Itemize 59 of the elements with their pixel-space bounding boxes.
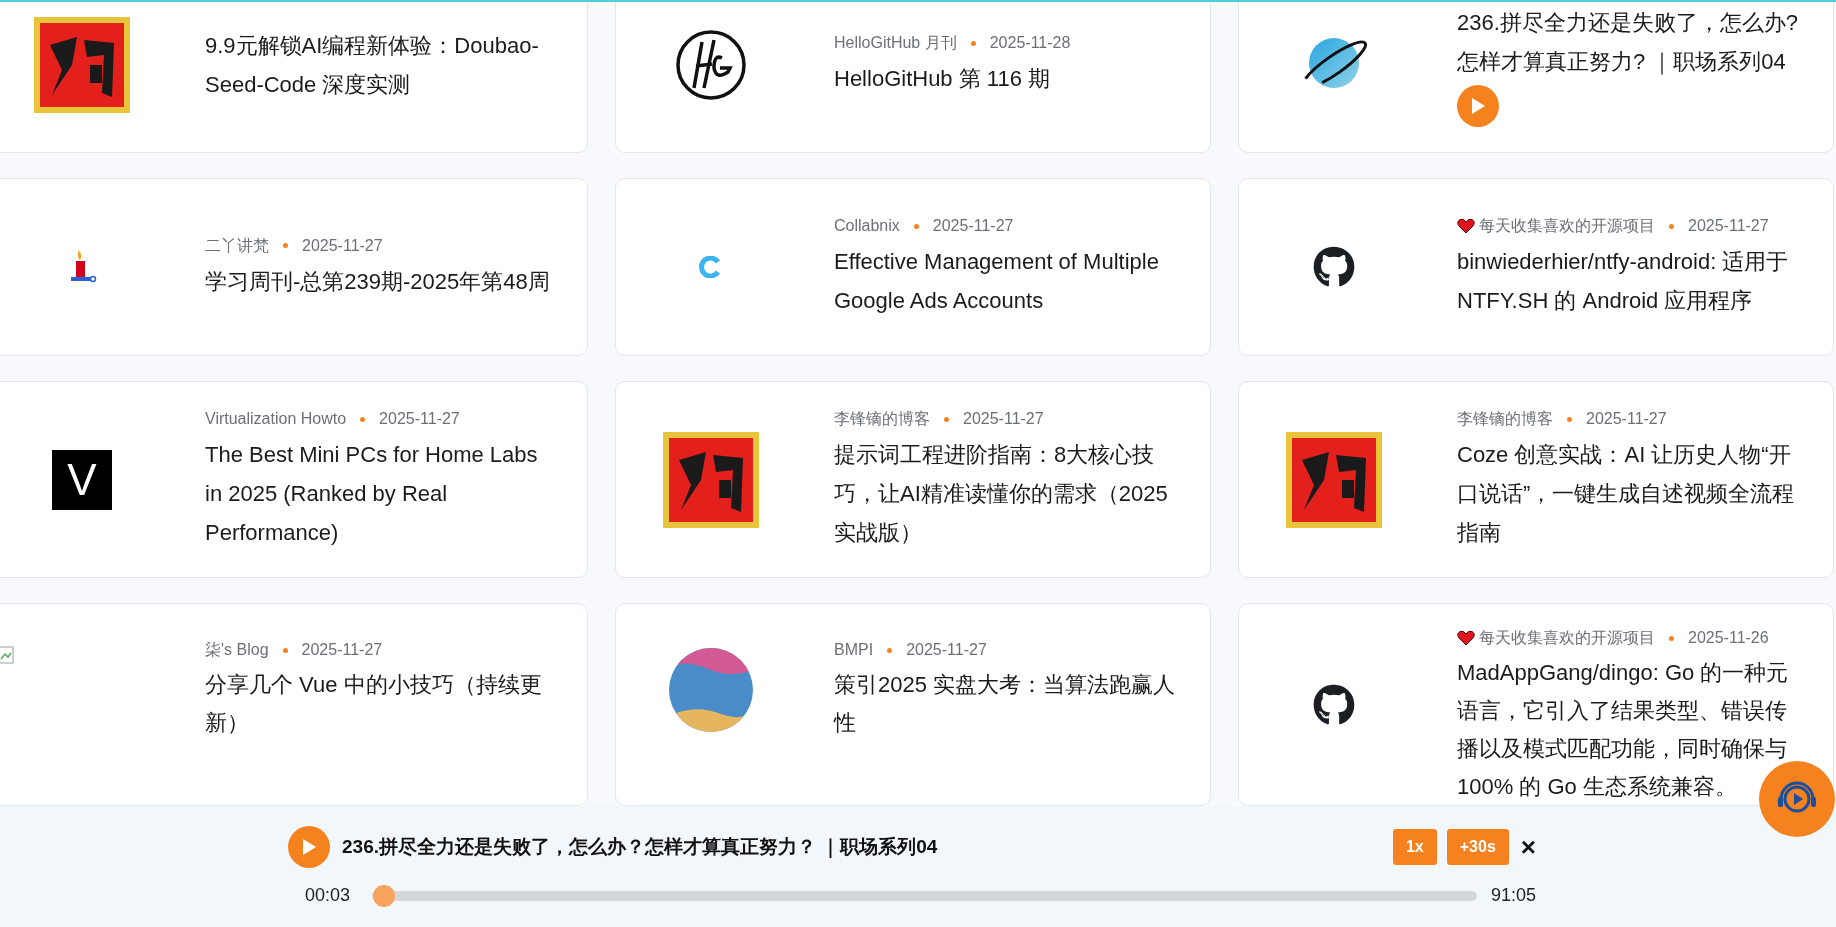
- article-card[interactable]: 李锋镝的博客 2025-11-27 提示词工程进阶指南：8大核心技巧，让AI精准读懂你的需求（2025实战版）: [615, 381, 1211, 578]
- article-title[interactable]: 9.9元解锁AI编程新体验：Doubao-Seed-Code 深度实测: [205, 25, 557, 104]
- article-title[interactable]: 分享几个 Vue 中的小技巧（持续更新）: [205, 666, 557, 742]
- post-date: 2025-11-27: [906, 640, 987, 660]
- source-name: Virtualization Howto: [205, 409, 347, 429]
- article-card[interactable]: 每天收集喜欢的开源项目 2025-11-26 MadAppGang/dingo: Go 的一种元语言，它引入了结果类型、错误传播以及模式匹配功能，同时确保与 100% 的 Go 生态系统兼容。: [1238, 603, 1834, 806]
- article-card[interactable]: HelloGitHub 月刊 2025-11-28 HelloGitHub 第 116 期: [615, 2, 1211, 153]
- post-date: 2025-11-28: [989, 33, 1071, 53]
- play-button[interactable]: [1457, 84, 1499, 127]
- article-card[interactable]: BMPI 2025-11-27 策引2025 实盘大考：当算法跑赢人性: [615, 603, 1211, 806]
- article-title[interactable]: binwiederhier/ntfy-android: 适用于 NTFY.SH 的 Android 应用程序: [1457, 242, 1803, 320]
- article-card[interactable]: 柒's Blog 2025-11-27 分享几个 Vue 中的小技巧（持续更新）: [0, 603, 588, 806]
- elapsed-time: 00:03: [304, 884, 352, 907]
- article-title[interactable]: MadAppGang/dingo: Go 的一种元语言，它引入了结果类型、错误传播以及模式匹配功能，同时确保与 100% 的 Go 生态系统兼容。: [1457, 654, 1803, 806]
- slider-thumb[interactable]: [373, 884, 396, 907]
- source-name: 每天收集喜欢的开源项目: [1479, 628, 1655, 648]
- article-card[interactable]: 236.拼尽全力还是失败了，怎么办?怎样才算真正努力? ｜职场系列04: [1238, 2, 1834, 153]
- post-date: 2025-11-27: [379, 409, 460, 429]
- post-date: 2025-11-27: [932, 216, 1014, 236]
- close-button[interactable]: ×: [1520, 834, 1536, 860]
- source-name: Collabnix: [834, 216, 900, 236]
- article-title[interactable]: 236.拼尽全力还是失败了，怎么办?怎样才算真正努力? ｜职场系列04: [1457, 2, 1803, 81]
- source-name: HelloGitHub 月刊: [834, 33, 957, 53]
- article-title[interactable]: 提示词工程进阶指南：8大核心技巧，让AI精准读懂你的需求（2025实战版）: [834, 435, 1180, 552]
- article-card[interactable]: V Virtualization Howto 2025-11-27 The Best Mini PCs for Home Labs in 2025 (Ranked by Real Performance): [0, 381, 588, 578]
- source-name: 李锋镝的博客: [1457, 409, 1553, 429]
- play-icon: [301, 838, 317, 856]
- article-card[interactable]: 9.9元解锁AI编程新体验：Doubao-Seed-Code 深度实测: [0, 2, 588, 153]
- github-logo-icon: [1313, 246, 1355, 288]
- article-title[interactable]: 策引2025 实盘大考：当算法跑赢人性: [834, 666, 1180, 742]
- article-title[interactable]: HelloGitHub 第 116 期: [834, 59, 1180, 98]
- article-title[interactable]: The Best Mini PCs for Home Labs in 2025 (Ranked by Real Performance): [205, 435, 557, 552]
- article-title[interactable]: Coze 创意实战：AI 让历史人物“开口说话”，一键生成自述视频全流程指南: [1457, 435, 1803, 552]
- logo-tile: V: [52, 449, 112, 510]
- article-title[interactable]: Effective Management of Multiple Google Ads Accounts: [834, 242, 1180, 320]
- source-name: BMPI: [834, 640, 874, 660]
- play-icon: [1470, 96, 1486, 115]
- article-card[interactable]: 二丫讲梵 2025-11-27 学习周刊-总第239期-2025年第48周: [0, 178, 588, 356]
- total-duration: 91:05: [1490, 884, 1536, 907]
- hg-logo-icon: [674, 27, 748, 102]
- source-name: 每天收集喜欢的开源项目: [1479, 216, 1655, 236]
- post-date: 2025-11-27: [1586, 409, 1667, 429]
- github-logo-icon: [1313, 683, 1355, 726]
- play-button[interactable]: [288, 826, 330, 868]
- post-date: 2025-11-27: [1688, 216, 1769, 236]
- post-date: 2025-11-27: [301, 640, 383, 660]
- post-date: 2025-11-26: [1688, 628, 1769, 648]
- post-date: 2025-11-27: [302, 235, 383, 256]
- broken-image-icon: [0, 646, 16, 664]
- article-card[interactable]: Collabnix 2025-11-27 Effective Management of Multiple Google Ads Accounts: [615, 178, 1211, 356]
- progress-slider[interactable]: [372, 884, 1477, 907]
- post-date: 2025-11-27: [963, 409, 1044, 429]
- source-name: 二丫讲梵: [205, 235, 269, 256]
- article-title[interactable]: 学习周刊-总第239期-2025年第48周: [205, 261, 557, 301]
- source-name: 李锋镝的博客: [834, 409, 930, 429]
- source-name: 柒's Blog: [205, 640, 269, 660]
- article-card[interactable]: 李锋镝的博客 2025-11-27 Coze 创意实战：AI 让历史人物“开口说话”，一键生成自述视频全流程指南: [1238, 381, 1834, 578]
- article-card[interactable]: 每天收集喜欢的开源项目 2025-11-27 binwiederhier/ntfy-android: 适用于 NTFY.SH 的 Android 应用程序: [1238, 178, 1834, 356]
- episode-title: 236.拼尽全力还是失败了，怎么办？怎样才算真正努力？ ｜职场系列04: [342, 834, 939, 860]
